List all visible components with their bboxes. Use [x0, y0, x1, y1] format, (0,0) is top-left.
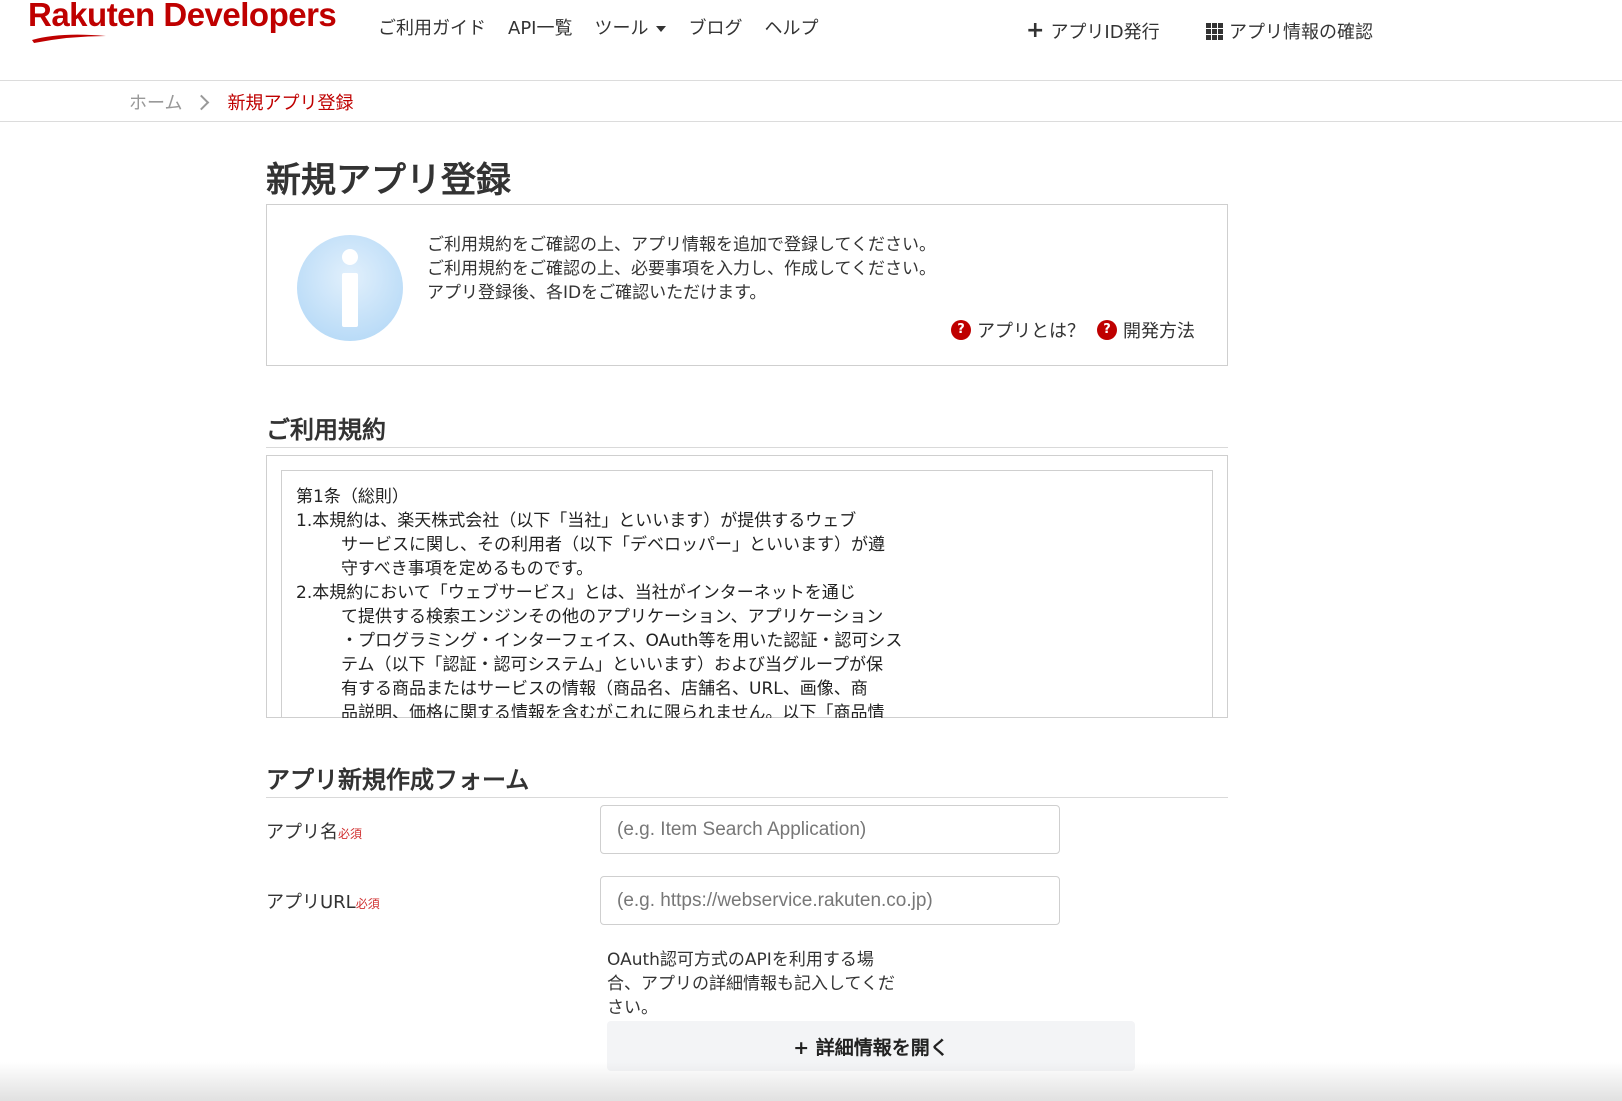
terms-line: 1.本規約は、楽天株式会社（以下「当社」といいます）が提供するウェブ	[296, 511, 857, 531]
terms-line: サービスに関し、その利用者（以下「デベロッパー」といいます）が遵	[341, 535, 885, 555]
required-badge: 必須	[355, 897, 380, 911]
app-name-label: アプリ名必須	[266, 818, 362, 844]
open-details-button[interactable]: + 詳細情報を開く	[607, 1021, 1135, 1071]
breadcrumb: ホーム 新規アプリ登録	[0, 81, 1622, 122]
logo-swoosh-icon	[32, 34, 106, 43]
oauth-note: OAuth認可方式のAPIを利用する場合、アプリの詳細情報も記入してください。	[607, 950, 895, 1018]
info-line: ご利用規約をご確認の上、アプリ情報を追加で登録してください。	[427, 235, 936, 255]
nav-blog[interactable]: ブログ	[688, 14, 742, 40]
chevron-down-icon	[656, 26, 667, 32]
terms-text: 第1条（総則） 1.本規約は、楽天株式会社（以下「当社」といいます）が提供するウ…	[282, 471, 1212, 718]
chevron-right-icon	[194, 94, 210, 110]
question-icon: ?	[951, 320, 971, 340]
nav-guide[interactable]: ご利用ガイド	[378, 14, 486, 40]
page-title: 新規アプリ登録	[266, 161, 512, 201]
terms-line: 第1条（総則）	[296, 487, 409, 507]
rakuten-developers-logo[interactable]: Rakuten Developers	[28, 0, 337, 34]
nav-tools[interactable]: ツール	[594, 14, 667, 40]
breadcrumb-current: 新規アプリ登録	[227, 93, 354, 114]
info-line: ご利用規約をご確認の上、必要事項を入力し、作成してください。	[427, 259, 936, 279]
info-line: アプリ登録後、各IDをご確認いただけます。	[427, 283, 767, 303]
dev-method-link[interactable]: 開発方法	[1123, 317, 1195, 343]
info-icon	[297, 235, 403, 341]
required-badge: 必須	[338, 827, 363, 841]
what-is-app-link[interactable]: アプリとは？	[977, 317, 1085, 343]
grid-icon	[1206, 22, 1223, 40]
app-url-label-text: アプリURL	[266, 892, 356, 913]
terms-container: 第1条（総則） 1.本規約は、楽天株式会社（以下「当社」といいます）が提供するウ…	[266, 455, 1228, 718]
info-text: ご利用規約をご確認の上、アプリ情報を追加で登録してください。 ご利用規約をご確認…	[427, 233, 936, 305]
issue-app-id-label: アプリID発行	[1050, 22, 1160, 43]
check-app-info-link[interactable]: アプリ情報の確認	[1206, 18, 1373, 44]
terms-line: 守すべき事項を定めるものです。	[341, 559, 594, 579]
info-box: ご利用規約をご確認の上、アプリ情報を追加で登録してください。 ご利用規約をご確認…	[266, 204, 1228, 366]
app-url-label: アプリURL必須	[266, 888, 380, 914]
terms-line: て提供する検索エンジンその他のアプリケーション、アプリケーション	[341, 607, 884, 627]
terms-line: 有する商品またはサービスの情報（商品名、店舗名、URL、画像、商	[341, 679, 868, 699]
check-app-info-label: アプリ情報の確認	[1229, 22, 1373, 43]
question-icon: ?	[1097, 320, 1117, 340]
terms-line: 品説明、価格に関する情報を含むがこれに限られません。以下「商品情	[341, 703, 885, 718]
main-nav: ご利用ガイド API一覧 ツール ブログ ヘルプ	[378, 14, 818, 40]
app-name-input[interactable]	[600, 805, 1060, 854]
terms-line: 2.本規約において「ウェブサービス」とは、当社がインターネットを通じ	[296, 583, 856, 603]
site-header: Rakuten Developers ご利用ガイド API一覧 ツール ブログ …	[0, 0, 1622, 81]
terms-section-title: ご利用規約	[266, 410, 1228, 448]
breadcrumb-home[interactable]: ホーム	[129, 89, 182, 115]
nav-tools-label: ツール	[594, 18, 649, 39]
nav-help[interactable]: ヘルプ	[764, 14, 818, 40]
terms-line: テム（以下「認証・認可システム」といいます）および当グループが保	[341, 655, 883, 675]
app-url-input[interactable]	[600, 876, 1060, 925]
terms-line: ・プログラミング・インターフェイス、OAuth等を用いた認証・認可シス	[341, 631, 903, 651]
app-name-label-text: アプリ名	[266, 822, 338, 843]
plus-icon: +	[1026, 18, 1045, 43]
nav-api-list[interactable]: API一覧	[508, 14, 572, 40]
terms-scroll-box[interactable]: 第1条（総則） 1.本規約は、楽天株式会社（以下「当社」といいます）が提供するウ…	[281, 470, 1213, 718]
issue-app-id-link[interactable]: + アプリID発行	[1026, 18, 1160, 44]
form-section-title: アプリ新規作成フォーム	[266, 760, 1228, 798]
help-links: ? アプリとは？ ? 開発方法	[951, 317, 1201, 343]
